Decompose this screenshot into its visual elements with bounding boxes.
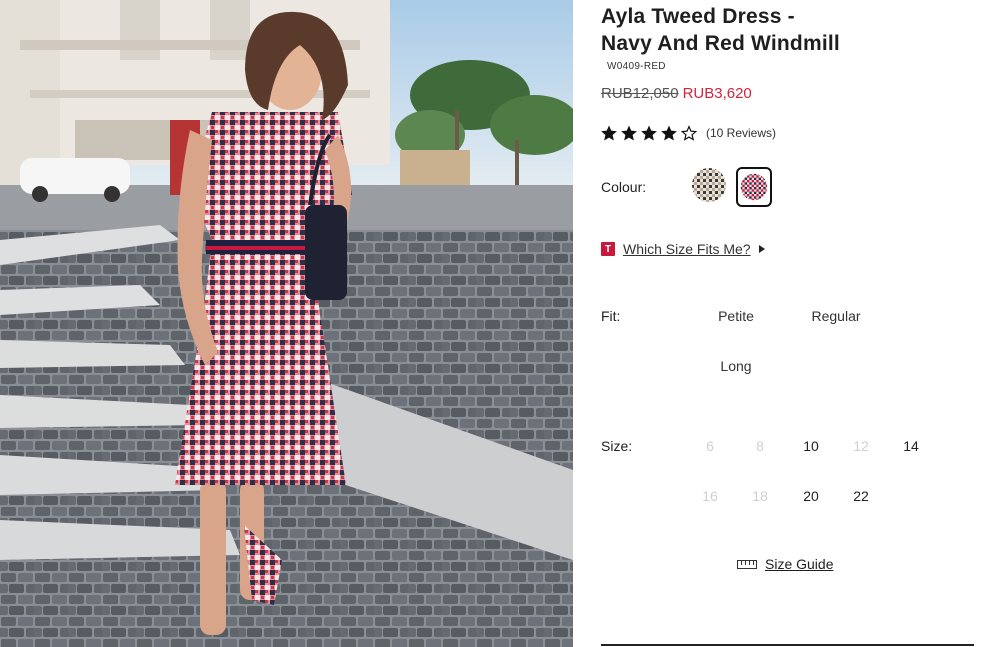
size-option-16[interactable]: 16 (695, 488, 725, 504)
tweed-navy-red-swatch-icon (740, 173, 768, 201)
size-option-20[interactable]: 20 (796, 488, 826, 504)
ruler-icon (737, 559, 757, 569)
divider (601, 644, 974, 646)
colour-swatch-neutral[interactable] (691, 167, 727, 203)
fit-label: Fit: (601, 308, 621, 324)
star-filled-icon (601, 125, 617, 141)
product-title: Ayla Tweed Dress - Navy And Red Windmill (601, 5, 840, 55)
colour-label: Colour: (601, 179, 647, 195)
tweed-neutral-swatch-icon (692, 168, 726, 202)
size-option-22[interactable]: 22 (846, 488, 876, 504)
sale-price: RUB3,620 (682, 85, 752, 102)
star-filled-icon (641, 125, 657, 141)
size-option-10[interactable]: 10 (796, 438, 826, 454)
size-option-8[interactable]: 8 (745, 438, 775, 454)
size-fit-help[interactable]: T Which Size Fits Me? (601, 241, 765, 257)
product-sku: W0409-RED (607, 61, 666, 72)
which-size-fits-link[interactable]: Which Size Fits Me? (623, 241, 751, 257)
size-option-6[interactable]: 6 (695, 438, 725, 454)
star-filled-icon (661, 125, 677, 141)
product-photo (0, 0, 573, 647)
fit-option-regular[interactable]: Regular (801, 308, 871, 324)
size-guide[interactable]: Size Guide (737, 556, 833, 572)
product-details: Ayla Tweed Dress - Navy And Red Windmill… (573, 0, 987, 647)
size-guide-link[interactable]: Size Guide (765, 556, 833, 572)
size-option-12[interactable]: 12 (846, 438, 876, 454)
star-empty-icon (680, 125, 698, 141)
colour-swatch-navy-red-selected[interactable] (736, 167, 772, 207)
caret-right-icon (758, 245, 765, 253)
true-fit-badge-icon: T (601, 242, 615, 256)
fit-option-petite[interactable]: Petite (701, 308, 771, 324)
size-label: Size: (601, 438, 633, 454)
reviews-link[interactable]: (10 Reviews) (706, 126, 776, 140)
product-price: RUB12,050 RUB3,620 (601, 85, 752, 102)
rating[interactable]: (10 Reviews) (600, 124, 776, 142)
fit-option-long[interactable]: Long (701, 358, 771, 374)
size-option-14[interactable]: 14 (896, 438, 926, 454)
size-option-18[interactable]: 18 (745, 488, 775, 504)
original-price: RUB12,050 (601, 85, 679, 102)
star-filled-icon (621, 125, 637, 141)
